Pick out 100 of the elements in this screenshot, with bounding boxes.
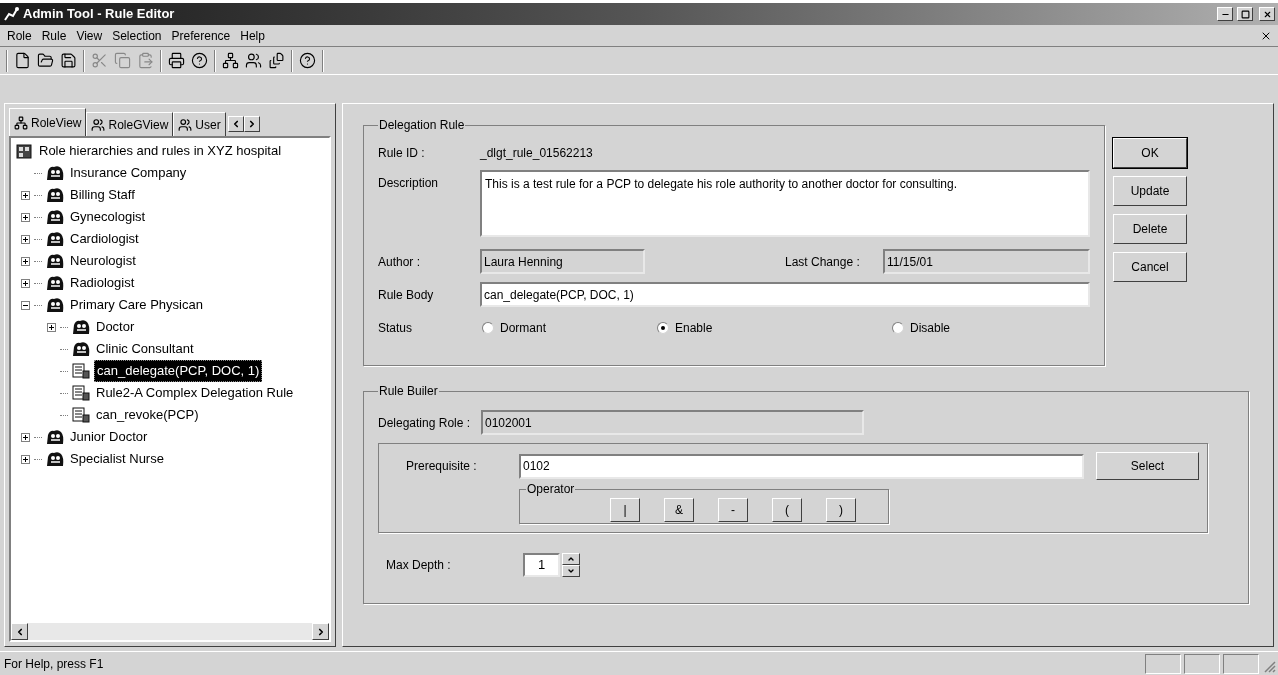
- tree-icon: [14, 115, 28, 130]
- people-icon: [46, 165, 64, 181]
- number-field[interactable]: 1: [523, 553, 560, 577]
- tree-item[interactable]: Clinic Consultant: [94, 339, 196, 359]
- expand-icon[interactable]: [21, 432, 30, 442]
- text-field[interactable]: can_delegate(PCP, DOC, 1): [480, 282, 1090, 307]
- expand-icon[interactable]: [47, 322, 56, 332]
- window-title: Admin Tool - Rule Editor: [23, 5, 176, 24]
- tree-item[interactable]: Cardiologist: [68, 229, 141, 249]
- operator-button[interactable]: (: [772, 498, 802, 522]
- help-icon[interactable]: [299, 52, 316, 69]
- text-field[interactable]: 11/15/01: [883, 249, 1090, 274]
- text-field[interactable]: 0102: [519, 453, 1084, 479]
- text-field[interactable]: 0102001: [481, 410, 864, 435]
- tab[interactable]: User: [173, 112, 226, 136]
- radio-button[interactable]: Enable: [657, 319, 892, 337]
- dialog-button[interactable]: Delete: [1113, 214, 1187, 244]
- people-icon: [72, 341, 90, 357]
- radio-button[interactable]: Dormant: [482, 319, 657, 337]
- people-icon: [46, 275, 64, 291]
- field-label: Max Depth :: [386, 557, 452, 574]
- people-icon: [46, 209, 64, 225]
- select-button[interactable]: Select: [1096, 452, 1199, 480]
- tree-item[interactable]: Junior Doctor: [68, 427, 150, 447]
- people-icon: [91, 117, 106, 132]
- people-icon: [46, 297, 64, 313]
- tree-item[interactable]: Gynecologist: [68, 207, 148, 227]
- tab[interactable]: RoleGView: [86, 112, 174, 136]
- dialog-button[interactable]: Cancel: [1113, 252, 1187, 282]
- tree-item[interactable]: Insurance Company: [68, 163, 189, 183]
- operator-button[interactable]: -: [718, 498, 748, 522]
- operator-button[interactable]: &: [664, 498, 694, 522]
- scroll-right-button[interactable]: [243, 116, 260, 132]
- tree-icon[interactable]: [222, 52, 239, 69]
- help-icon[interactable]: [191, 52, 208, 69]
- printer-icon[interactable]: [168, 52, 185, 69]
- menu-item[interactable]: View: [71, 26, 108, 45]
- menu-item[interactable]: Help: [235, 26, 270, 45]
- tab[interactable]: RoleView: [9, 108, 87, 136]
- field-label: Rule ID :: [378, 145, 426, 162]
- expand-icon[interactable]: [21, 190, 30, 200]
- radio-button[interactable]: Disable: [892, 319, 1012, 337]
- tree-item[interactable]: Specialist Nurse: [68, 449, 166, 469]
- dialog-button[interactable]: OK: [1113, 138, 1187, 168]
- field-label: Rule Body: [378, 286, 435, 304]
- maximize-button[interactable]: [1237, 7, 1253, 21]
- expand-icon[interactable]: [21, 212, 30, 222]
- scroll-left-button[interactable]: [227, 116, 244, 132]
- people-icon: [46, 253, 64, 269]
- menu-item[interactable]: Selection: [107, 26, 167, 45]
- cabinet-icon: [15, 143, 33, 159]
- text-field[interactable]: Laura Henning: [480, 249, 645, 274]
- close-icon: [1262, 9, 1272, 19]
- people-icon: [46, 451, 64, 467]
- tree-item[interactable]: Primary Care Physican: [68, 295, 205, 315]
- tree-item[interactable]: Radiologist: [68, 273, 137, 293]
- menu-item[interactable]: Role: [2, 26, 37, 45]
- document-stack-icon: [72, 363, 90, 379]
- menu-item[interactable]: Rule: [36, 26, 72, 45]
- resize-grip-icon[interactable]: [1262, 659, 1276, 673]
- collapse-icon[interactable]: [21, 300, 30, 310]
- expand-icon[interactable]: [21, 256, 30, 266]
- scroll-right-button[interactable]: [312, 623, 329, 640]
- folder-icon[interactable]: [37, 52, 54, 69]
- people-icon: [72, 319, 90, 335]
- expand-icon[interactable]: [21, 234, 30, 244]
- spin-down-button[interactable]: [562, 565, 580, 577]
- minimize-button[interactable]: [1217, 7, 1233, 21]
- field-label: Last Change :: [785, 253, 861, 271]
- operator-button[interactable]: ): [826, 498, 856, 522]
- tree-item[interactable]: Billing Staff: [68, 185, 137, 205]
- scroll-left-button[interactable]: [11, 623, 28, 640]
- horizontal-scrollbar[interactable]: [11, 623, 329, 640]
- file-icon[interactable]: [14, 52, 31, 69]
- operator-button[interactable]: |: [610, 498, 640, 522]
- tree-item[interactable]: Neurologist: [68, 251, 138, 271]
- tree-item[interactable]: Doctor: [94, 317, 137, 337]
- status-panel: [1223, 653, 1259, 674]
- group-title: Operator: [526, 481, 576, 498]
- tree-item[interactable]: Rule2-A Complex Delegation Rule: [94, 383, 296, 403]
- dialog-button[interactable]: Update: [1113, 176, 1187, 206]
- tree-item[interactable]: can_delegate(PCP, DOC, 1): [94, 360, 263, 382]
- save-icon[interactable]: [60, 52, 77, 69]
- people-icon: [178, 117, 193, 132]
- people-icon[interactable]: [245, 52, 262, 69]
- status-panel: [1184, 653, 1220, 674]
- close-button[interactable]: [1259, 7, 1275, 21]
- spin-up-button[interactable]: [562, 553, 580, 565]
- document-stack-icon[interactable]: [268, 52, 285, 69]
- group-title: Rule Builer: [378, 383, 439, 400]
- tree-item[interactable]: Role hierarchies and rules in XYZ hospital: [37, 141, 284, 161]
- menu-item[interactable]: Preference: [166, 26, 236, 45]
- status-text: For Help, press F1: [4, 655, 105, 673]
- expand-icon[interactable]: [21, 454, 30, 464]
- document-stack-icon: [72, 385, 90, 401]
- field-label: Prerequisite :: [406, 458, 478, 475]
- description-field[interactable]: This is a test rule for a PCP to delegate his role authority to another doctor for consulting.: [480, 170, 1090, 237]
- field-label: Author :: [378, 253, 422, 271]
- tree-item[interactable]: can_revoke(PCP): [94, 405, 201, 425]
- expand-icon[interactable]: [21, 278, 30, 288]
